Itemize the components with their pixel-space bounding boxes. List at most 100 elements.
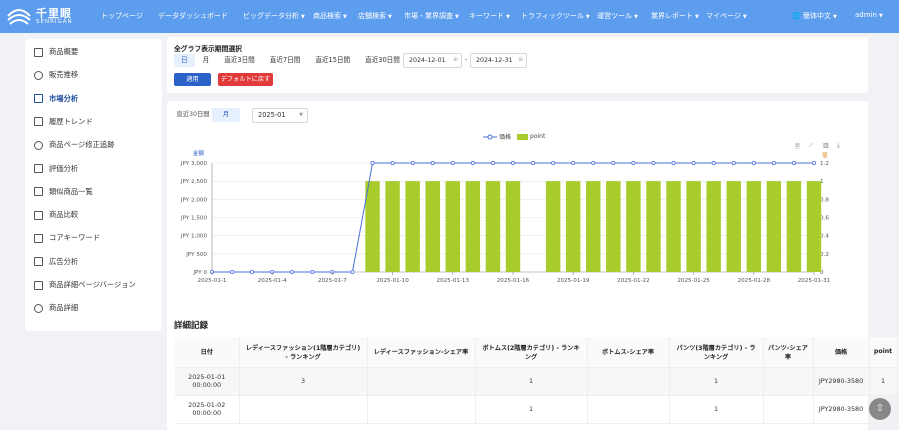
price-point	[711, 161, 716, 166]
date-to-input[interactable]: 2024-12-31 ⊞	[470, 53, 527, 68]
y2-tick-label: 0.4	[820, 234, 829, 240]
apply-button[interactable]: 適用	[174, 73, 211, 86]
price-point	[571, 161, 576, 166]
period-panel: 全グラフ表示期間選択 日月直近3日間 直近7日間 直近15日間 直近30日間 2024…	[167, 37, 868, 93]
tab-period-4[interactable]: 直近15日間	[308, 54, 357, 67]
sidebar-item-11[interactable]: 商品詳細	[34, 301, 78, 315]
sidebar-item-10[interactable]: 商品詳細ページバージョン	[34, 278, 136, 292]
bar-point	[405, 181, 420, 272]
records-table: 日付 レディースファッション(1階層カテゴリ) - ランキング レディースファッショ…	[175, 337, 899, 424]
nav-item-5[interactable]: 市場・業界調査 ▼	[404, 11, 459, 21]
price-point	[250, 269, 255, 274]
chevron-down-icon: ▼	[343, 14, 347, 20]
bar-point	[786, 181, 802, 272]
table-cell: 2025-01-01 00:00:00	[175, 367, 240, 396]
tab-period-2[interactable]: 直近3日間	[217, 54, 262, 67]
nav-item-label: 商品検索	[313, 12, 341, 20]
price-point	[290, 269, 295, 274]
document-icon	[34, 47, 43, 57]
chevron-down-icon: ▼	[695, 14, 699, 20]
compare-icon	[34, 210, 43, 220]
x-tick-label: 2025-01-22	[617, 278, 650, 284]
sidebar-item-9[interactable]: 広告分析	[34, 255, 78, 269]
date-separator: -	[465, 56, 468, 64]
column-header: パンツ(3階層カテゴリ) - ランキング	[669, 337, 764, 368]
y2-tick-label: 0.6	[820, 216, 829, 222]
sidebar: 商品概要販売推移市場分析履歴トレンド商品ページ修正追跡 評価分析類似商品一覧 商品比…	[25, 39, 162, 331]
detail-icon	[34, 303, 43, 313]
tab-period-3[interactable]: 直近7日間	[263, 54, 308, 67]
y2-tick-label: 0.2	[820, 252, 829, 258]
nav-item-2[interactable]: ビッグデータ分析 ▼	[243, 11, 305, 21]
price-point	[430, 161, 435, 166]
tab-period-5[interactable]: 直近30日間	[358, 54, 407, 67]
sidebar-item-7[interactable]: 商品比較	[34, 208, 78, 222]
sidebar-item-4[interactable]: 商品ページ修正追跡	[34, 138, 115, 152]
nav-item-10[interactable]: マイページ ▼	[706, 11, 747, 21]
sidebar-item-label: 販売推移	[49, 70, 79, 80]
tab-period-0[interactable]: 日	[174, 54, 195, 67]
sidebar-item-5[interactable]: 評価分析	[34, 162, 78, 176]
price-point	[751, 161, 756, 166]
chevron-down-icon: ▼	[742, 14, 747, 20]
table-cell	[763, 395, 814, 424]
nav-item-9[interactable]: 業界レポート ▼	[651, 11, 699, 21]
nav-item-4[interactable]: 店舗検索 ▼	[358, 11, 392, 21]
nav-item-0[interactable]: トップページ	[101, 11, 143, 21]
y-tick-label: JPY 1,000	[180, 234, 208, 240]
nav-item-label: ビッグデータ分析	[243, 12, 299, 20]
price-point	[611, 161, 616, 166]
key-icon	[34, 233, 43, 243]
chart-panel: 直近30日間 月 2025-01 ▼ 価格 point 🗎 ⟋ ▥ ⤓ JPY 0…	[167, 101, 899, 430]
nav-item-label: 店舗検索	[358, 12, 386, 20]
user-menu[interactable]: admin ▼	[855, 11, 883, 19]
sidebar-item-2[interactable]: 市場分析	[34, 92, 78, 106]
brand-logo[interactable]: 千里眼 SENRIGAN	[6, 4, 78, 30]
nav-item-3[interactable]: 商品検索 ▼	[313, 11, 347, 21]
x-tick-label: 2025-01-4	[258, 278, 287, 284]
period-title: 全グラフ表示期間選択	[174, 45, 242, 53]
bar-point	[686, 181, 701, 272]
column-header: レディースファッション-シェア率	[367, 337, 476, 368]
nav-item-1[interactable]: データダッシュボード	[158, 11, 228, 21]
y2-axis-label: 値	[822, 151, 828, 159]
bar-point	[726, 181, 741, 272]
scroll-top-button[interactable]: ⇧	[869, 398, 891, 420]
sidebar-item-3[interactable]: 履歴トレンド	[34, 115, 93, 129]
bar-point	[646, 181, 661, 272]
tab-period-1[interactable]: 月	[196, 54, 217, 67]
x-tick-label: 2025-01-1	[198, 278, 227, 284]
reset-button[interactable]: デフォルトに戻す	[218, 73, 273, 86]
table-cell	[367, 395, 476, 424]
language-select[interactable]: 🌐 簡体中文 ▼	[792, 11, 837, 21]
table-cell: 1	[869, 367, 898, 396]
nav-item-8[interactable]: 運営ツール ▼	[597, 11, 638, 21]
sidebar-item-label: 商品詳細ページバージョン	[49, 280, 136, 289]
nav-item-7[interactable]: トラフィックツール ▼	[521, 11, 590, 21]
bar-point	[746, 181, 762, 272]
review-icon	[34, 164, 43, 173]
x-tick-label: 2025-01-10	[376, 278, 409, 284]
y-tick-label: JPY 2,500	[180, 179, 208, 185]
nav-item-6[interactable]: キーワード ▼	[469, 11, 510, 21]
x-tick-label: 2025-01-19	[557, 278, 590, 284]
date-from-input[interactable]: 2024-12-01 ⊞	[403, 53, 462, 68]
calendar-icon: ⊞	[453, 57, 458, 63]
y2-tick-label: 0.8	[820, 197, 829, 203]
table-cell: 2025-01-02 00:00:00	[175, 395, 240, 424]
chart-icon	[34, 94, 43, 104]
chevron-down-icon: ▼	[506, 14, 510, 20]
sidebar-item-label: 市場分析	[49, 93, 79, 103]
chevron-down-icon: ▼	[455, 14, 459, 20]
sidebar-item-6[interactable]: 類似商品一覧	[34, 185, 93, 199]
sidebar-item-0[interactable]: 商品概要	[34, 45, 78, 59]
x-tick-label: 2025-01-7	[318, 278, 347, 284]
bar-point	[505, 181, 521, 272]
sidebar-item-8[interactable]: コアキーワード	[34, 231, 100, 245]
x-tick-label: 2025-01-13	[437, 278, 470, 284]
bar-point	[365, 181, 380, 272]
chevron-down-icon: ▼	[634, 14, 638, 20]
price-point	[671, 161, 676, 166]
bar-point	[465, 181, 481, 272]
sidebar-item-1[interactable]: 販売推移	[34, 68, 78, 82]
